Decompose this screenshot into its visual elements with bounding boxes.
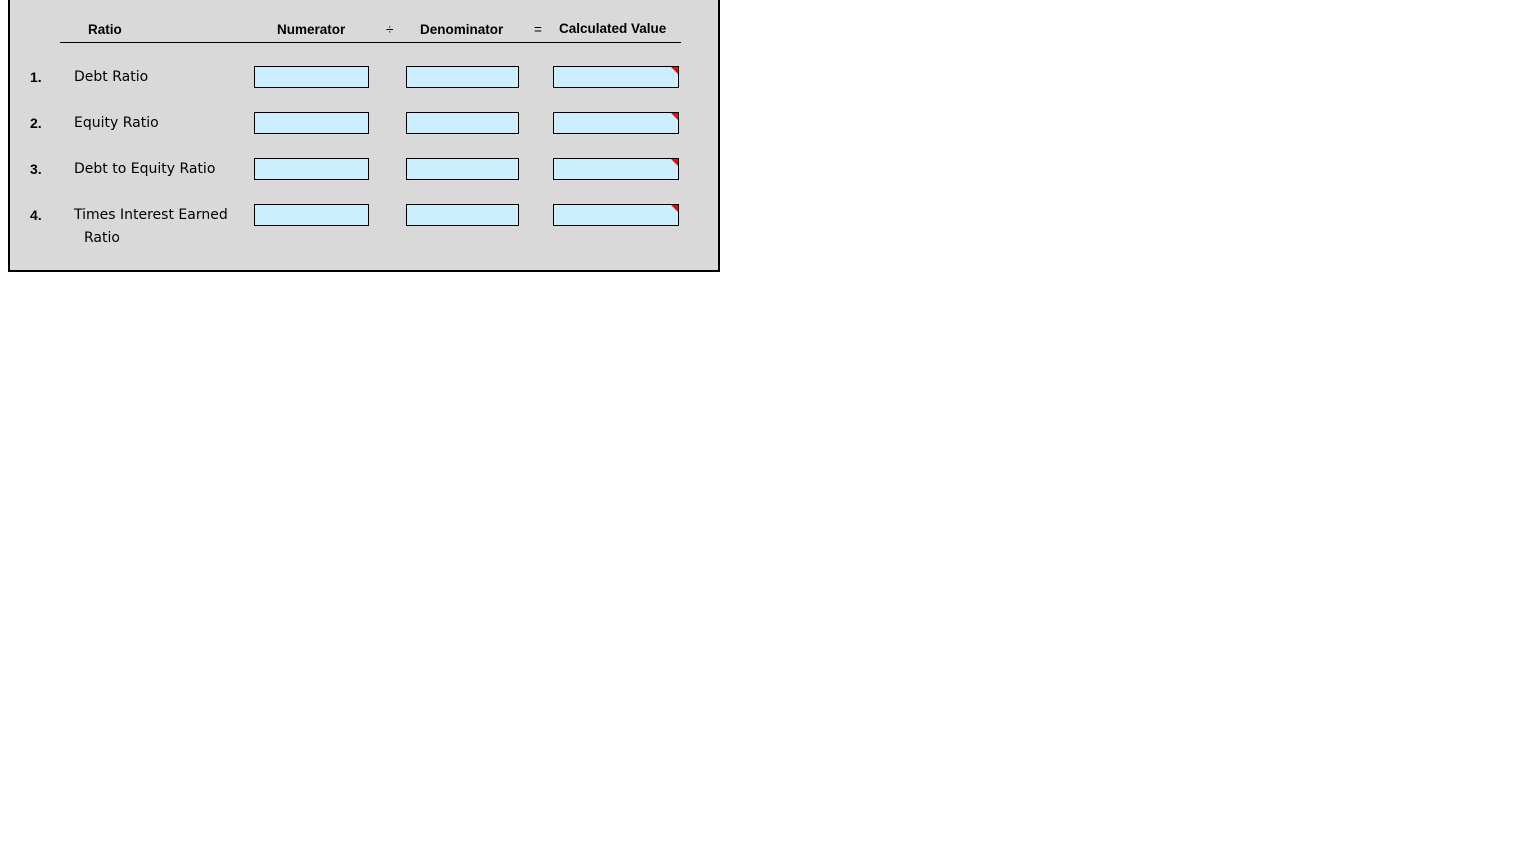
denominator-input[interactable] xyxy=(406,66,519,88)
row-number: 4. xyxy=(30,207,42,223)
divide-symbol: ÷ xyxy=(386,22,394,37)
numerator-input[interactable] xyxy=(254,66,369,88)
comment-indicator-icon[interactable] xyxy=(671,159,678,166)
row-label: Equity Ratio xyxy=(74,115,159,131)
calculated-value-input[interactable] xyxy=(553,158,679,180)
comment-indicator-icon[interactable] xyxy=(671,113,678,120)
comment-indicator-icon[interactable] xyxy=(671,67,678,74)
header-calculated-value: Calculated Value xyxy=(559,21,667,36)
row-number: 3. xyxy=(30,161,42,177)
comment-indicator-icon[interactable] xyxy=(671,205,678,212)
row-label: Times Interest Earned xyxy=(74,207,228,223)
row-label-continued: Ratio xyxy=(84,230,120,246)
header-denominator: Denominator xyxy=(420,22,504,37)
header-numerator: Numerator xyxy=(277,22,346,37)
row-number: 2. xyxy=(30,115,42,131)
denominator-input[interactable] xyxy=(406,204,519,226)
denominator-input[interactable] xyxy=(406,158,519,180)
numerator-input[interactable] xyxy=(254,204,369,226)
row-number: 1. xyxy=(30,69,42,85)
denominator-input[interactable] xyxy=(406,112,519,134)
calculated-value-input[interactable] xyxy=(553,112,679,134)
numerator-input[interactable] xyxy=(254,112,369,134)
header-ratio: Ratio xyxy=(88,22,122,37)
header-underline xyxy=(60,42,681,43)
numerator-input[interactable] xyxy=(254,158,369,180)
row-label: Debt to Equity Ratio xyxy=(74,161,216,177)
calculated-value-input[interactable] xyxy=(553,204,679,226)
row-label: Debt Ratio xyxy=(74,69,149,85)
calculated-value-input[interactable] xyxy=(553,66,679,88)
equals-symbol: = xyxy=(534,22,542,37)
ratio-worksheet-panel: Ratio Numerator ÷ Denominator = Calculat… xyxy=(8,0,720,272)
